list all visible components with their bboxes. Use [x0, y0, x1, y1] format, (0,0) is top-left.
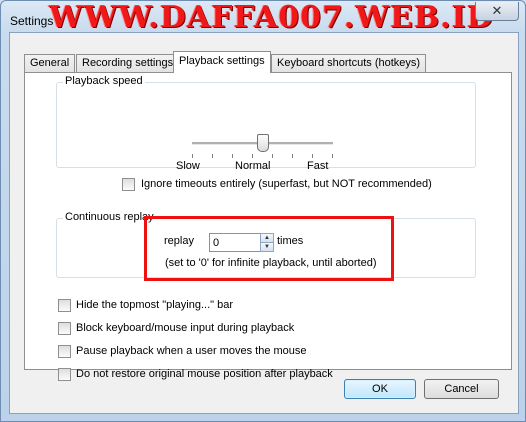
highlight-annotation: [144, 216, 394, 281]
ok-button[interactable]: OK: [344, 379, 416, 399]
no-restore-mouse-checkbox[interactable]: [58, 368, 71, 381]
slider-tick: [292, 154, 293, 158]
slider-label-normal: Normal: [235, 160, 271, 172]
window-title: Settings: [10, 14, 54, 28]
settings-window: Settings WWW.DAFFA007.WEB.ID ✕ General R…: [0, 0, 526, 422]
hide-playing-bar-label[interactable]: Hide the topmost "playing..." bar: [76, 299, 233, 311]
slider-label-fast: Fast: [307, 160, 329, 172]
slider-tick: [252, 154, 253, 158]
no-restore-mouse-label[interactable]: Do not restore original mouse position a…: [76, 368, 333, 380]
speed-slider-thumb[interactable]: [257, 134, 269, 152]
playback-speed-label: Playback speed: [63, 75, 145, 87]
playback-settings-panel: Playback speed Slow Normal Fast Ignore t…: [24, 72, 512, 381]
tab-keyboard-shortcuts[interactable]: Keyboard shortcuts (hotkeys): [271, 54, 427, 72]
pause-on-mouse-checkbox[interactable]: [58, 345, 71, 358]
title-bar[interactable]: Settings WWW.DAFFA007.WEB.ID ✕: [1, 0, 525, 35]
dialog-client-area: General Recording settings Playback sett…: [9, 32, 519, 414]
slider-tick: [192, 154, 193, 158]
watermark-text: WWW.DAFFA007.WEB.ID: [49, 0, 494, 35]
continuous-replay-label: Continuous replay: [63, 211, 156, 223]
slider-tick: [272, 154, 273, 158]
tab-general[interactable]: General: [24, 54, 76, 72]
slider-tick: [212, 154, 213, 158]
block-input-checkbox[interactable]: [58, 322, 71, 335]
slider-tick: [312, 154, 313, 158]
slider-tick: [232, 154, 233, 158]
pause-on-mouse-label[interactable]: Pause playback when a user moves the mou…: [76, 345, 307, 357]
block-input-label[interactable]: Block keyboard/mouse input during playba…: [76, 322, 294, 334]
close-button[interactable]: ✕: [475, 2, 519, 21]
tab-playback-settings[interactable]: Playback settings: [173, 51, 271, 73]
playback-speed-group: Playback speed: [56, 75, 476, 168]
slider-tick: [332, 154, 333, 158]
tab-recording-settings[interactable]: Recording settings: [76, 54, 180, 72]
slider-label-slow: Slow: [176, 160, 200, 172]
cancel-button[interactable]: Cancel: [424, 379, 499, 399]
ignore-timeouts-checkbox[interactable]: [122, 178, 135, 191]
close-icon: ✕: [491, 3, 503, 18]
hide-playing-bar-checkbox[interactable]: [58, 299, 71, 312]
ignore-timeouts-label[interactable]: Ignore timeouts entirely (superfast, but…: [141, 178, 432, 190]
